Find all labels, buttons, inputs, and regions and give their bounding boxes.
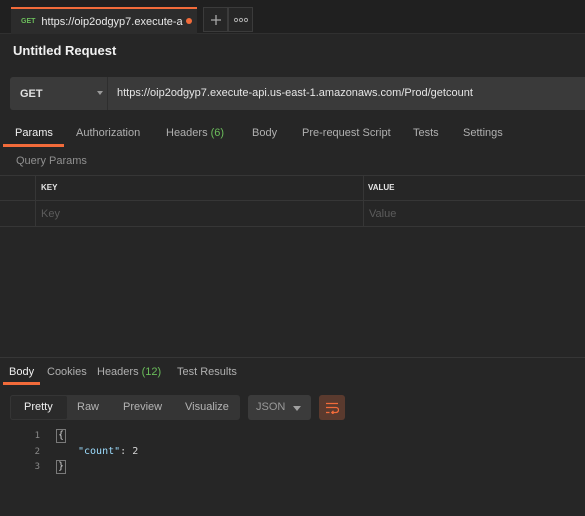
column-divider — [363, 176, 364, 227]
ellipsis-icon — [233, 17, 248, 22]
table-row: Key Value — [0, 201, 585, 227]
tab-strip: GET https://oip2odgyp7.execute-api... — [0, 0, 585, 34]
response-headers-count: (12) — [141, 366, 162, 378]
request-tabs: Params Authorization Headers (6) Body Pr… — [0, 122, 585, 147]
preview-button[interactable]: Preview — [123, 401, 162, 413]
response-tab-body[interactable]: Body — [9, 366, 34, 378]
column-divider — [35, 176, 36, 227]
json-value: 2 — [132, 446, 139, 457]
format-select[interactable]: JSON — [248, 395, 311, 420]
response-tab-cookies[interactable]: Cookies — [47, 366, 87, 378]
pretty-label[interactable]: Pretty — [24, 401, 53, 413]
code-line: { — [56, 429, 67, 443]
active-tab-indicator — [3, 144, 64, 147]
response-tab-headers-label: Headers — [97, 366, 139, 378]
tab-options-button[interactable] — [228, 7, 253, 32]
json-separator: : — [120, 446, 133, 457]
method-select[interactable]: GET — [10, 77, 108, 110]
chevron-down-icon — [293, 406, 301, 411]
active-response-tab-indicator — [3, 382, 40, 385]
request-tab-title: https://oip2odgyp7.execute-api... — [41, 15, 183, 28]
tab-authorization[interactable]: Authorization — [76, 127, 140, 139]
headers-count: (6) — [210, 127, 225, 139]
pane-divider[interactable] — [0, 357, 585, 358]
table-header-row: KEY VALUE — [0, 176, 585, 201]
wrap-lines-button[interactable] — [319, 395, 345, 420]
close-brace: } — [56, 460, 67, 474]
response-view-group: Pretty Raw Preview Visualize — [10, 395, 240, 420]
value-input[interactable]: Value — [369, 208, 396, 220]
key-input[interactable]: Key — [41, 208, 60, 220]
line-number: 2 — [34, 447, 40, 457]
tab-params[interactable]: Params — [15, 127, 53, 139]
chevron-down-icon — [97, 91, 103, 95]
tab-pre-request-script[interactable]: Pre-request Script — [302, 127, 391, 139]
wrap-lines-icon — [326, 402, 339, 414]
value-column-header: VALUE — [368, 183, 395, 192]
raw-button[interactable]: Raw — [77, 401, 99, 413]
request-title[interactable]: Untitled Request — [13, 43, 116, 58]
url-bar: GET https://oip2odgyp7.execute-api.us-ea… — [10, 77, 585, 110]
tab-body[interactable]: Body — [252, 127, 277, 139]
request-tab[interactable]: GET https://oip2odgyp7.execute-api... — [11, 7, 197, 34]
line-number: 3 — [34, 462, 40, 472]
tab-headers-label: Headers — [166, 127, 208, 139]
plus-icon — [210, 14, 221, 25]
tab-tests[interactable]: Tests — [413, 127, 439, 139]
key-column-header: KEY — [41, 183, 58, 192]
response-tab-headers[interactable]: Headers (12) — [97, 366, 161, 378]
query-params-label: Query Params — [16, 155, 87, 167]
request-tab-method: GET — [21, 18, 36, 25]
unsaved-changes-dot — [186, 18, 192, 24]
url-input[interactable]: https://oip2odgyp7.execute-api.us-east-1… — [117, 77, 473, 110]
format-select-value: JSON — [256, 401, 286, 413]
method-select-value: GET — [20, 87, 43, 100]
query-params-table: KEY VALUE Key Value — [0, 175, 585, 227]
tab-settings[interactable]: Settings — [463, 127, 503, 139]
new-tab-button[interactable] — [203, 7, 228, 32]
response-tab-test-results[interactable]: Test Results — [177, 366, 237, 378]
code-line: "count": 2 — [78, 446, 138, 457]
open-brace: { — [56, 429, 67, 443]
json-key: "count" — [78, 446, 121, 457]
line-number: 1 — [34, 431, 40, 441]
visualize-button[interactable]: Visualize — [185, 401, 229, 413]
tab-headers[interactable]: Headers (6) — [166, 127, 224, 139]
code-line: } — [56, 460, 67, 474]
